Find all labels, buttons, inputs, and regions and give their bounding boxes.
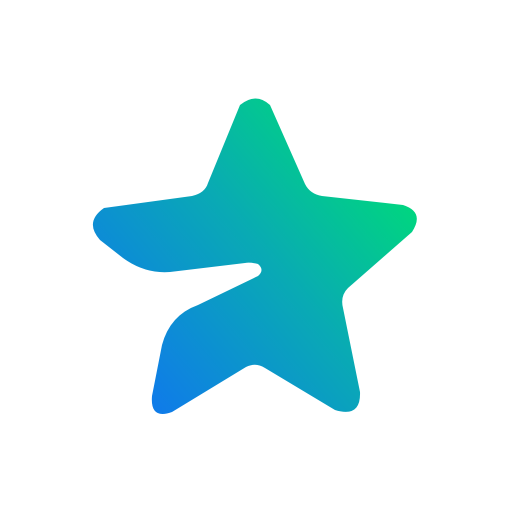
star-shape <box>92 98 417 414</box>
star-logo-icon <box>92 98 417 414</box>
app-icon-canvas <box>0 0 512 512</box>
